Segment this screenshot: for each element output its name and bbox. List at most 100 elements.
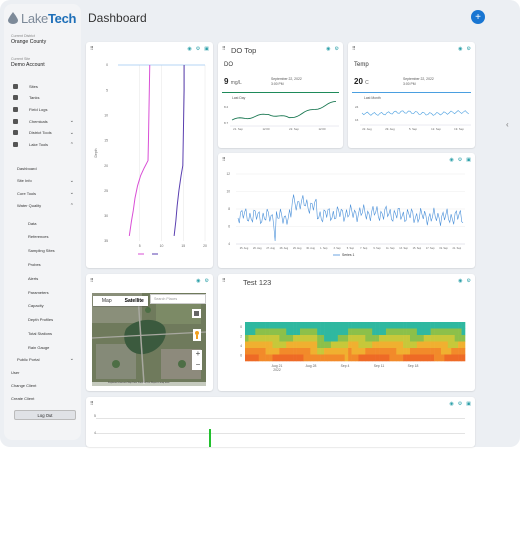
- profile-x-tick: 15: [181, 244, 185, 248]
- heatmap-cell: [265, 335, 270, 342]
- heatmap-cell: [379, 322, 383, 329]
- gear-icon[interactable]: ⚙: [458, 401, 462, 407]
- heatmap-cell: [365, 341, 370, 349]
- sidebar-item-probes[interactable]: Probes: [4, 259, 81, 269]
- card-toolbar: ◉ ⚙ ▣: [449, 401, 471, 407]
- heatmap-cell: [392, 322, 397, 329]
- heatmap-cell: [272, 341, 277, 349]
- site-value[interactable]: Demo Account: [11, 62, 45, 68]
- zoom-in-button[interactable]: +: [193, 349, 203, 359]
- heatmap-cell: [296, 328, 301, 336]
- sidebar-item-label: Site Info: [17, 178, 32, 183]
- temp-y-tick: 16: [355, 118, 359, 122]
- heatmap-cell: [461, 348, 466, 355]
- heatmap-cell: [272, 348, 277, 355]
- heatmap-cell: [444, 335, 449, 342]
- sidebar-item-references[interactable]: References: [4, 232, 81, 242]
- tab-satellite[interactable]: Satellite: [121, 296, 149, 306]
- heatmap-cell: [293, 341, 297, 349]
- heatmap-cell: [454, 354, 459, 362]
- heatmap-cell: [392, 348, 397, 355]
- sidebar-item-user[interactable]: User: [4, 367, 81, 377]
- sidebar-item-district-tools[interactable]: District Tools ⌄: [4, 128, 81, 138]
- heatmap-cell: [403, 328, 407, 336]
- heatmap-cell: [248, 328, 253, 336]
- heatmap-cell: [454, 322, 459, 329]
- sidebar-item-label: Lake Tools: [29, 142, 49, 147]
- do-line: [231, 101, 337, 121]
- heatmap-cell: [324, 354, 328, 362]
- heatmap-y-tick: 0: [240, 325, 242, 329]
- sidebar-item-water-quality[interactable]: Water Quality ⌃: [4, 201, 81, 211]
- sidebar-item-site-info[interactable]: Site Info ⌄: [4, 176, 81, 186]
- sidebar-item-public-portal[interactable]: Public Portal ⌄: [4, 354, 81, 364]
- sidebar-item-parameters[interactable]: Parameters: [4, 287, 81, 297]
- heatmap-cell: [403, 348, 407, 355]
- sidebar-item-lake-tools[interactable]: Lake Tools ⌃: [4, 140, 81, 150]
- district-value[interactable]: Orange County: [11, 39, 46, 45]
- sidebar-item-create-client[interactable]: Create Client: [4, 393, 81, 403]
- bottom-chart-bar: [209, 429, 211, 447]
- zoom-out-button[interactable]: −: [193, 360, 203, 370]
- map-attribution[interactable]: Keyboard shortcuts Map Data Terms of Use…: [108, 382, 169, 384]
- sidebar-item-data[interactable]: Data: [4, 218, 81, 228]
- heatmap-cell: [245, 341, 249, 349]
- sidebar-item-field-logs[interactable]: Field Logs: [4, 104, 81, 114]
- camera-icon[interactable]: ▣: [466, 401, 471, 407]
- heatmap-cell: [282, 335, 287, 342]
- heatmap-cell: [279, 341, 284, 349]
- heatmap-cell: [434, 354, 438, 362]
- heatmap-cell: [444, 348, 449, 355]
- profile-series-line: [173, 65, 185, 237]
- sidebar-item-depth-profiles[interactable]: Depth Profiles: [4, 315, 81, 325]
- logout-button[interactable]: Log Out: [14, 410, 76, 420]
- satellite-map[interactable]: [86, 274, 213, 391]
- heatmap-cell: [306, 341, 311, 349]
- do-x-tick: 12:00: [263, 127, 270, 131]
- collapse-panel-icon[interactable]: ‹: [506, 120, 509, 129]
- heatmap-cell: [258, 322, 263, 329]
- heatmap-x-tick-year: 2022: [273, 368, 281, 372]
- sidebar-item-sites[interactable]: Sites: [4, 81, 81, 91]
- do-sparkline-chart: 8.2 8.7 21. Sep 12:00 22. Sep 12:00: [224, 101, 339, 131]
- sidebar-item-core-tools[interactable]: Core Tools ⌄: [4, 188, 81, 198]
- heatmap-cell: [437, 328, 442, 336]
- heatmap-cell: [313, 335, 318, 342]
- profile-x-tick: 10: [160, 244, 164, 248]
- sidebar-item-change-client[interactable]: Change Client: [4, 380, 81, 390]
- sidebar-item-capacity[interactable]: Capacity: [4, 301, 81, 311]
- heatmap-cell: [368, 328, 373, 336]
- tab-map[interactable]: Map: [93, 296, 121, 306]
- heatmap-cell: [262, 335, 266, 342]
- heatmap-cell: [310, 354, 315, 362]
- heatmap-cell: [351, 341, 356, 349]
- sidebar-item-tanks[interactable]: Tanks: [4, 93, 81, 103]
- heatmap-cell: [375, 354, 380, 362]
- heatmap-cell: [355, 322, 359, 329]
- heatmap-cell: [296, 341, 301, 349]
- sidebar-item-alerts[interactable]: Alerts: [4, 273, 81, 283]
- heatmap-cell: [365, 328, 370, 336]
- heatmap-cell: [382, 335, 387, 342]
- eye-icon[interactable]: ◉: [449, 401, 453, 407]
- sidebar-item-sampling-sites[interactable]: Sampling Sites: [4, 246, 81, 256]
- map-search-input[interactable]: Search Places: [150, 294, 206, 304]
- heatmap-cell: [293, 328, 297, 336]
- temp-line: [361, 110, 469, 116]
- heatmap-cell: [313, 348, 318, 355]
- sidebar-item-chemicals[interactable]: Chemicals ⌄: [4, 116, 81, 126]
- drag-handle-icon[interactable]: ⠿: [90, 401, 94, 407]
- lake-drop-icon: [8, 12, 18, 24]
- heatmap-cell: [454, 328, 459, 336]
- add-widget-button[interactable]: +: [471, 10, 485, 24]
- logo[interactable]: LakeTech: [8, 10, 80, 26]
- temp-x-tick: 22. Aug: [362, 127, 372, 131]
- sidebar-item-total-stations[interactable]: Total Stations: [4, 328, 81, 338]
- heatmap-cell: [461, 322, 466, 329]
- heatmap-cell: [451, 354, 455, 362]
- sidebar-item-rain-gauge[interactable]: Rain Gauge: [4, 342, 81, 352]
- heatmap-cell: [416, 335, 421, 342]
- heatmap-cell: [348, 354, 352, 362]
- sidebar-item-dashboard[interactable]: Dashboard: [4, 163, 81, 173]
- chevron-down-icon: ⌄: [69, 118, 74, 125]
